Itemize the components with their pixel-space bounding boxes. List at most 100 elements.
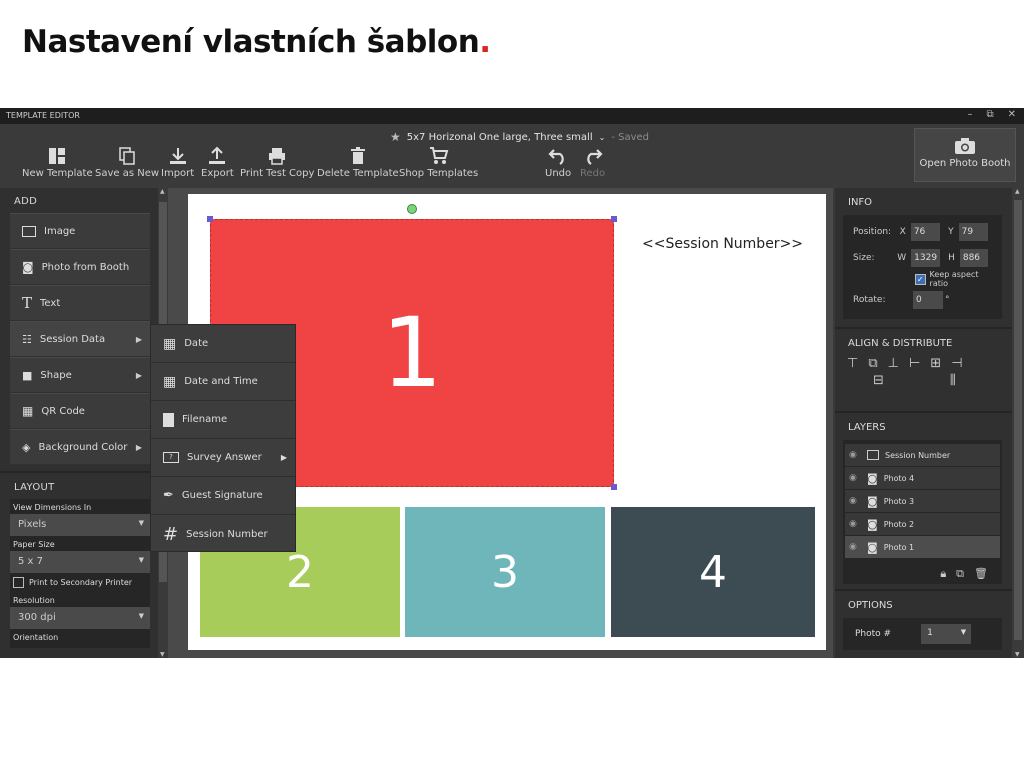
align-right-icon[interactable]: ⊣ bbox=[951, 356, 962, 371]
import-button[interactable]: Import bbox=[161, 146, 194, 179]
submenu-guest-signature[interactable]: ✒ Guest Signature bbox=[151, 477, 295, 515]
scroll-up-icon[interactable]: ▲ bbox=[160, 188, 165, 195]
submenu-filename[interactable]: Filename bbox=[151, 401, 295, 439]
distribute-horizontal-icon[interactable]: ⫼ bbox=[950, 373, 956, 388]
file-icon bbox=[163, 412, 174, 427]
photos-icon: ◙ bbox=[867, 494, 878, 508]
photo-number-select[interactable]: 1 ▼ bbox=[921, 624, 972, 644]
resolution-value: 300 dpi bbox=[18, 612, 56, 623]
keep-aspect-checkbox[interactable]: ✓ bbox=[915, 273, 926, 285]
position-x-input[interactable]: 76 bbox=[910, 223, 941, 241]
align-bottom-icon[interactable]: ⊥ bbox=[888, 356, 899, 371]
undo-button[interactable]: Undo bbox=[545, 146, 571, 179]
layer-photo-1[interactable]: ◉ ◙ Photo 1 bbox=[845, 536, 1000, 558]
rotate-unit: ° bbox=[945, 295, 950, 305]
session-number-text[interactable]: <<Session Number>> bbox=[642, 236, 803, 252]
rotate-label: Rotate: bbox=[853, 295, 886, 305]
layer-photo-2[interactable]: ◉ ◙ Photo 2 bbox=[845, 513, 1000, 535]
chevron-down-icon[interactable]: ⌄ bbox=[599, 133, 606, 142]
y-label: Y bbox=[948, 227, 954, 237]
scrollbar-thumb[interactable] bbox=[1014, 200, 1022, 640]
resize-handle-top-right[interactable] bbox=[611, 216, 617, 222]
duplicate-icon[interactable]: ⧉ bbox=[956, 567, 964, 581]
close-button[interactable]: ✕ bbox=[1008, 109, 1016, 120]
add-shape-button[interactable]: ■ Shape ▶ bbox=[10, 357, 150, 392]
add-session-data-button[interactable]: ☷ Session Data ▶ bbox=[10, 321, 150, 356]
submenu-date-and-time[interactable]: ▦ Date and Time bbox=[151, 363, 295, 401]
submenu-session-number[interactable]: # Session Number bbox=[151, 515, 295, 553]
image-icon bbox=[22, 225, 36, 237]
resize-handle-top-left[interactable] bbox=[207, 216, 213, 222]
open-photo-booth-button[interactable]: Open Photo Booth bbox=[914, 128, 1016, 182]
scroll-down-icon[interactable]: ▼ bbox=[1015, 651, 1020, 658]
eye-icon[interactable]: ◉ bbox=[849, 450, 861, 460]
survey-icon: ? bbox=[163, 452, 179, 463]
save-as-new-button[interactable]: Save as New bbox=[95, 146, 159, 179]
qr-code-icon: ▦ bbox=[22, 404, 34, 418]
add-photo-from-booth-button[interactable]: ◙ Photo from Booth bbox=[10, 249, 150, 284]
photo-number-value: 1 bbox=[927, 628, 933, 638]
add-background-color-button[interactable]: ◈ Background Color ▶ bbox=[10, 429, 150, 464]
photo-number: 1 bbox=[381, 297, 443, 409]
shape-icon: ■ bbox=[22, 368, 33, 382]
size-w-input[interactable]: 1329 bbox=[911, 249, 941, 267]
trash-icon[interactable]: 🗑︎ bbox=[974, 567, 988, 581]
resize-handle-bottom-right[interactable] bbox=[611, 484, 617, 490]
layer-photo-3[interactable]: ◉ ◙ Photo 3 bbox=[845, 490, 1000, 512]
photo-placeholder-3[interactable]: 3 bbox=[405, 507, 605, 637]
resolution-label: Resolution bbox=[13, 596, 55, 605]
layer-photo-4[interactable]: ◉ ◙ Photo 4 bbox=[845, 467, 1000, 489]
document-title[interactable]: ★ 5x7 Horizonal One large, Three small ⌄… bbox=[390, 130, 649, 144]
shop-templates-button[interactable]: Shop Templates bbox=[399, 146, 478, 179]
eye-icon[interactable]: ◉ bbox=[849, 496, 861, 506]
align-hcenter-icon[interactable]: ⊞ bbox=[930, 356, 941, 371]
print-test-copy-button[interactable]: Print Test Copy bbox=[240, 146, 314, 179]
lock-icon[interactable]: 🔒︎ bbox=[940, 567, 946, 581]
layer-session-number[interactable]: ◉ Session Number bbox=[845, 444, 1000, 466]
print-secondary-row[interactable]: Print to Secondary Printer bbox=[10, 573, 150, 592]
add-image-button[interactable]: Image bbox=[10, 213, 150, 248]
eye-icon[interactable]: ◉ bbox=[849, 519, 861, 529]
view-dimensions-select[interactable]: Pixels ▼ bbox=[10, 514, 150, 536]
resolution-select[interactable]: 300 dpi ▼ bbox=[10, 607, 150, 629]
window-title: TEMPLATE EDITOR bbox=[6, 111, 80, 120]
add-qr-code-button[interactable]: ▦ QR Code bbox=[10, 393, 150, 428]
distribute-vertical-icon[interactable]: ⊟ bbox=[873, 373, 884, 388]
submenu-date[interactable]: ▦ Date bbox=[151, 325, 295, 363]
maximize-button[interactable]: ⧉ bbox=[986, 109, 993, 120]
submenu-survey-answer[interactable]: ? Survey Answer ▶ bbox=[151, 439, 295, 477]
photo-placeholder-4[interactable]: 4 bbox=[611, 507, 815, 637]
new-template-label: New Template bbox=[22, 168, 93, 179]
rotate-input[interactable]: 0 bbox=[913, 291, 943, 309]
align-section: ALIGN & DISTRIBUTE ⊤ ⧉ ⊥ ⊢ ⊞ ⊣ ⊟ ⫼ bbox=[835, 329, 1012, 413]
hash-icon: # bbox=[163, 523, 179, 545]
template-editor-window: TEMPLATE EDITOR – ⧉ ✕ ★ 5x7 Horizonal On… bbox=[0, 108, 1024, 658]
add-text-button[interactable]: T Text bbox=[10, 285, 150, 320]
eye-icon[interactable]: ◉ bbox=[849, 473, 861, 483]
paper-size-select[interactable]: 5 x 7 ▼ bbox=[10, 551, 150, 573]
dropdown-arrow-icon: ▼ bbox=[960, 628, 967, 636]
star-icon[interactable]: ★ bbox=[390, 130, 401, 144]
delete-template-button[interactable]: Delete Template bbox=[317, 146, 399, 179]
scroll-up-icon[interactable]: ▲ bbox=[1015, 188, 1020, 195]
export-button[interactable]: Export bbox=[201, 146, 234, 179]
eye-icon[interactable]: ◉ bbox=[849, 542, 861, 552]
right-panel-scrollbar[interactable]: ▲ ▼ bbox=[1012, 188, 1024, 658]
minimize-button[interactable]: – bbox=[967, 109, 972, 120]
submenu-date-label: Date bbox=[184, 338, 209, 349]
size-h-input[interactable]: 886 bbox=[959, 249, 988, 267]
scroll-down-icon[interactable]: ▼ bbox=[160, 651, 165, 658]
photo-number-label: Photo # bbox=[855, 629, 892, 639]
align-vcenter-icon[interactable]: ⧉ bbox=[868, 356, 877, 371]
rotate-handle[interactable] bbox=[407, 204, 417, 214]
layer-label: Photo 4 bbox=[883, 473, 915, 483]
redo-button[interactable]: Redo bbox=[580, 146, 605, 179]
align-left-icon[interactable]: ⊢ bbox=[909, 356, 920, 371]
window-titlebar: TEMPLATE EDITOR – ⧉ ✕ bbox=[0, 108, 1024, 124]
print-secondary-checkbox[interactable] bbox=[13, 577, 24, 588]
align-top-icon[interactable]: ⊤ bbox=[847, 356, 858, 371]
calendar-icon: ▦ bbox=[163, 373, 177, 390]
position-y-input[interactable]: 79 bbox=[958, 223, 988, 241]
new-template-button[interactable]: New Template bbox=[22, 146, 93, 179]
layer-label: Photo 3 bbox=[883, 496, 915, 506]
